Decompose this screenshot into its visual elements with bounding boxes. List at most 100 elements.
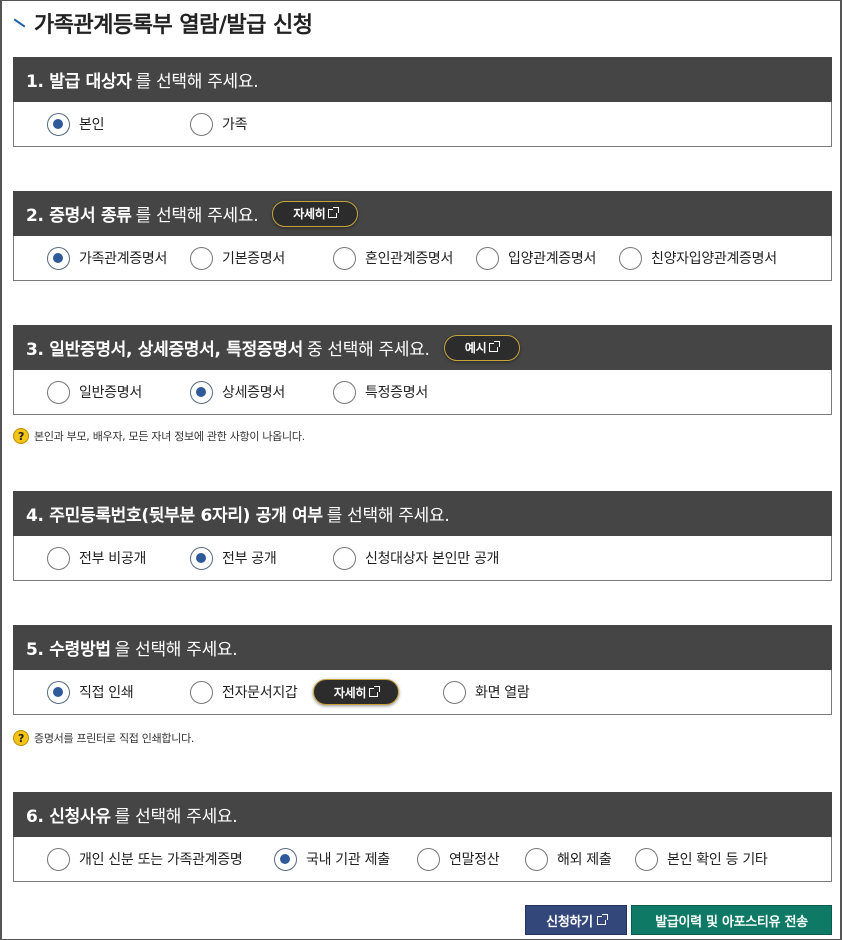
radio-button[interactable] <box>190 246 213 270</box>
radio-option-family-relation[interactable]: 가족관계증명서 <box>47 236 167 280</box>
radio-option-self-only[interactable]: 신청대상자 본인만 공개 <box>333 536 499 580</box>
section-target: 1. 발급 대상자 를 선택해 주세요. 본인 가족 <box>13 57 832 147</box>
radio-button[interactable] <box>274 847 297 871</box>
apply-button[interactable]: 신청하기 <box>525 905 627 935</box>
radio-button[interactable] <box>47 680 70 704</box>
radio-button[interactable] <box>417 847 440 871</box>
radio-button[interactable] <box>476 246 499 270</box>
radio-button[interactable] <box>635 847 658 871</box>
radio-label: 화면 열람 <box>475 685 530 701</box>
radio-button[interactable] <box>443 680 466 704</box>
radio-group-receive: 직접 인쇄 전자문서지갑 자세히 화면 열람 <box>13 670 832 715</box>
radio-option-full-adoption[interactable]: 친양자입양관계증명서 <box>619 236 777 280</box>
apply-button-label: 신청하기 <box>546 914 593 930</box>
radio-option-identity[interactable]: 개인 신분 또는 가족관계증명 <box>47 837 243 881</box>
radio-option-all-public[interactable]: 전부 공개 <box>190 536 277 580</box>
external-link-icon <box>328 207 340 218</box>
radio-option-overseas[interactable]: 해외 제출 <box>525 837 612 881</box>
section-header: 4. 주민등록번호(뒷부분 6자리) 공개 여부 를 선택해 주세요. <box>13 491 832 536</box>
radio-button[interactable] <box>47 546 70 570</box>
details-button[interactable]: 자세히 <box>272 200 359 227</box>
external-link-icon <box>596 913 608 925</box>
radio-label: 기본증명서 <box>222 251 285 267</box>
section-title-rest: 를 선택해 주세요. <box>135 206 259 226</box>
radio-label: 특정증명서 <box>365 385 428 401</box>
radio-label: 가족관계증명서 <box>79 251 168 267</box>
example-button-label: 예시 <box>464 341 487 355</box>
example-button[interactable]: 예시 <box>443 334 520 361</box>
section-header: 6. 신청사유 를 선택해 주세요. <box>13 792 832 837</box>
radio-option-all-hidden[interactable]: 전부 비공개 <box>47 536 146 580</box>
section-resident-number: 4. 주민등록번호(뒷부분 6자리) 공개 여부 를 선택해 주세요. 전부 비공… <box>13 491 832 581</box>
details-button-label: 자세히 <box>293 207 326 221</box>
radio-button[interactable] <box>190 112 213 136</box>
radio-option-self[interactable]: 본인 <box>47 102 104 146</box>
radio-button[interactable] <box>333 380 356 404</box>
radio-button[interactable] <box>47 112 70 136</box>
radio-option-family[interactable]: 가족 <box>190 102 247 146</box>
radio-option-adoption[interactable]: 입양관계증명서 <box>476 236 596 280</box>
radio-option-tax[interactable]: 연말정산 <box>417 837 500 881</box>
radio-label: 일반증명서 <box>79 385 142 401</box>
help-note-text: 본인과 부모, 배우자, 모든 자녀 정보에 관한 사항이 나옵니다. <box>34 430 305 443</box>
radio-group-target: 본인 가족 <box>13 102 832 147</box>
section-title-rest: 중 선택해 주세요. <box>306 340 430 360</box>
question-icon: ? <box>13 730 29 746</box>
section-header: 2. 증명서 종류 를 선택해 주세요. 자세히 <box>13 191 832 236</box>
radio-label: 가족 <box>222 117 248 133</box>
radio-option-e-wallet[interactable]: 전자문서지갑 <box>190 670 298 714</box>
radio-label: 신청대상자 본인만 공개 <box>365 551 500 567</box>
radio-option-detailed[interactable]: 상세증명서 <box>190 370 285 414</box>
question-icon: ? <box>13 428 29 444</box>
radio-button[interactable] <box>190 380 213 404</box>
details-button-label: 자세히 <box>333 685 367 700</box>
radio-label: 해외 제출 <box>557 852 612 868</box>
section-title-rest: 을 선택해 주세요. <box>114 640 238 660</box>
radio-label: 혼인관계증명서 <box>365 251 454 267</box>
section-title-bold: 2. 증명서 종류 <box>26 206 132 226</box>
help-note-text: 증명서를 프린터로 직접 인쇄합니다. <box>34 732 195 745</box>
section-header: 5. 수령방법 을 선택해 주세요. <box>13 625 832 670</box>
help-note: ? 본인과 부모, 배우자, 모든 자녀 정보에 관한 사항이 나옵니다. <box>13 428 305 444</box>
radio-button[interactable] <box>619 246 642 270</box>
section-reason: 6. 신청사유 를 선택해 주세요. 개인 신분 또는 가족관계증명 국내 기관 … <box>13 792 832 882</box>
radio-option-domestic[interactable]: 국내 기관 제출 <box>274 837 390 881</box>
radio-button[interactable] <box>190 680 213 704</box>
radio-option-print[interactable]: 직접 인쇄 <box>47 670 134 714</box>
section-certificate-detail: 3. 일반증명서, 상세증명서, 특정증명서 중 선택해 주세요. 예시 일반증명… <box>13 325 832 415</box>
radio-button[interactable] <box>333 546 356 570</box>
radio-button[interactable] <box>525 847 548 871</box>
radio-option-specific[interactable]: 특정증명서 <box>333 370 428 414</box>
radio-option-basic[interactable]: 기본증명서 <box>190 236 285 280</box>
radio-button[interactable] <box>47 380 70 404</box>
section-title-bold: 5. 수령방법 <box>26 640 111 660</box>
radio-label: 전부 공개 <box>222 551 277 567</box>
e-wallet-details-button[interactable]: 자세히 <box>313 679 399 705</box>
radio-label: 연말정산 <box>449 852 500 868</box>
section-title-rest: 를 선택해 주세요. <box>326 506 450 526</box>
radio-option-general[interactable]: 일반증명서 <box>47 370 142 414</box>
radio-option-view-screen[interactable]: 화면 열람 <box>443 670 530 714</box>
radio-option-marriage[interactable]: 혼인관계증명서 <box>333 236 453 280</box>
history-button-label: 발급이력 및 아포스티유 전송 <box>655 914 808 930</box>
radio-button[interactable] <box>190 546 213 570</box>
section-title-bold: 1. 발급 대상자 <box>26 72 132 92</box>
external-link-icon <box>489 341 501 352</box>
section-header: 1. 발급 대상자 를 선택해 주세요. <box>13 57 832 102</box>
external-link-icon <box>369 685 381 697</box>
radio-group-reason: 개인 신분 또는 가족관계증명 국내 기관 제출 연말정산 해외 제출 본인 확… <box>13 837 832 882</box>
title-bullet-icon <box>12 17 24 29</box>
radio-label: 입양관계증명서 <box>508 251 597 267</box>
radio-option-other[interactable]: 본인 확인 등 기타 <box>635 837 768 881</box>
section-certificate-type: 2. 증명서 종류 를 선택해 주세요. 자세히 가족관계증명서 기본증명서 혼인… <box>13 191 832 281</box>
radio-button[interactable] <box>47 246 70 270</box>
radio-label: 상세증명서 <box>222 385 285 401</box>
radio-button[interactable] <box>333 246 356 270</box>
radio-button[interactable] <box>47 847 70 871</box>
section-receive-method: 5. 수령방법 을 선택해 주세요. 직접 인쇄 전자문서지갑 자세히 화면 열람 <box>13 625 832 715</box>
radio-label: 전자문서지갑 <box>222 685 298 701</box>
history-apostille-button[interactable]: 발급이력 및 아포스티유 전송 <box>631 905 832 935</box>
section-title-rest: 를 선택해 주세요. <box>135 72 259 92</box>
page-title: 가족관계등록부 열람/발급 신청 <box>12 7 313 39</box>
section-header: 3. 일반증명서, 상세증명서, 특정증명서 중 선택해 주세요. 예시 <box>13 325 832 370</box>
